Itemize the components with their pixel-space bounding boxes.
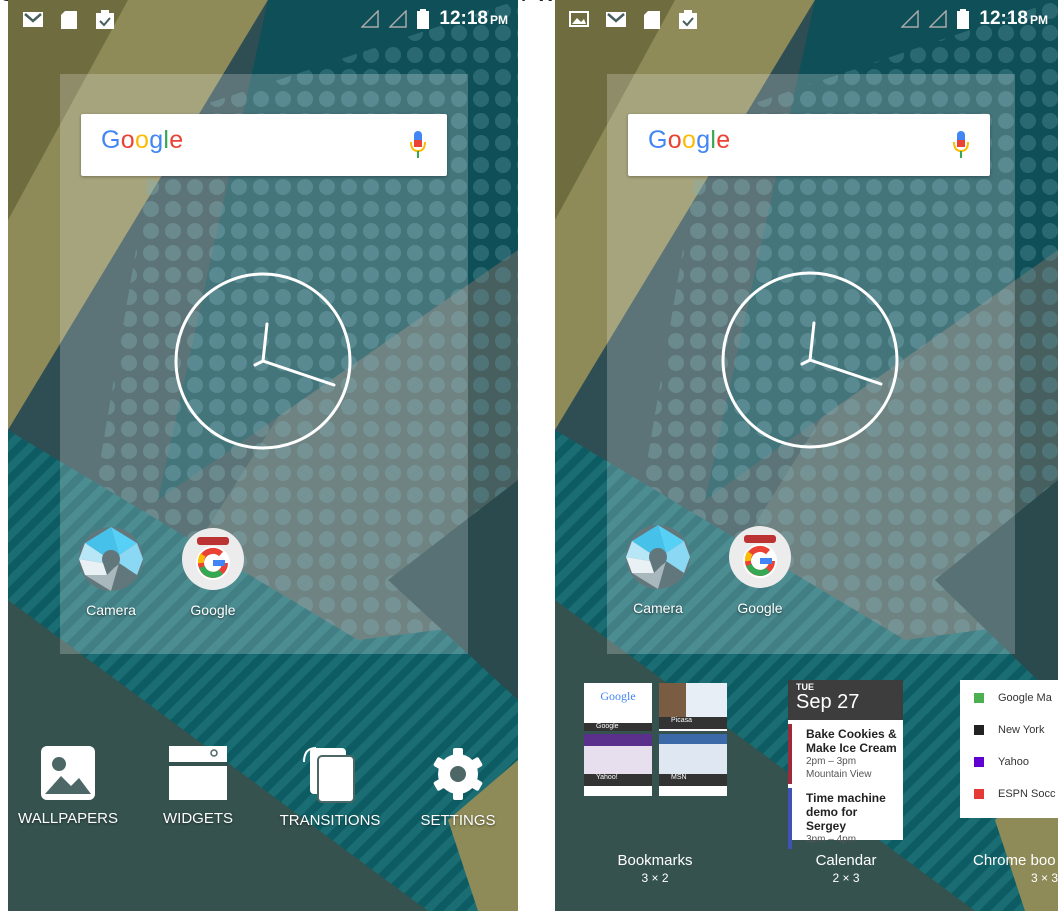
- camera-icon: [79, 527, 143, 591]
- transitions-icon: [303, 747, 355, 803]
- event-title: Bake Cookies &: [806, 727, 897, 741]
- chrome-bookmark-item: Yahoo: [960, 746, 1058, 778]
- widget-name: Calendar: [815, 852, 877, 869]
- logo-letter: e: [716, 126, 731, 154]
- yahoo-icon: [974, 757, 984, 767]
- thumb-label: Picasa: [659, 717, 727, 729]
- signal-icon: [361, 10, 380, 28]
- analog-clock-widget[interactable]: [721, 271, 899, 449]
- widgets-button[interactable]: WIDGETS: [138, 744, 258, 827]
- espn-icon: [974, 789, 984, 799]
- event-time: 3pm – 4pm: [806, 834, 857, 845]
- wallpapers-button[interactable]: WALLPAPERS: [8, 744, 128, 827]
- settings-button[interactable]: SETTINGS: [398, 744, 518, 829]
- thumb-label: MSN: [659, 774, 727, 786]
- calendar-header: TUE Sep 27: [788, 680, 903, 720]
- chrome-bookmark-item: ESPN Socc: [960, 778, 1058, 810]
- event-title: demo for Sergey: [806, 805, 858, 833]
- widget-size: 3 × 3: [1031, 871, 1058, 885]
- google-icon: [729, 526, 791, 588]
- signal-2-icon: [389, 10, 408, 28]
- clipboard-icon: [96, 10, 114, 29]
- left-phone-screen: 12:18 PM Google Camera Google WALLPAPERS…: [8, 0, 518, 911]
- widget-name: Bookmarks: [617, 852, 693, 869]
- maps-icon: [974, 693, 984, 703]
- bookmark-thumb: Yahoo!: [584, 734, 652, 796]
- signal-2-icon: [929, 10, 948, 28]
- option-label: SETTINGS: [420, 812, 496, 829]
- widget-size: 3 × 2: [641, 871, 669, 885]
- widget-label-bookmarks: Bookmarks 3 × 2: [593, 852, 717, 885]
- sd-card-icon: [61, 11, 77, 29]
- battery-icon: [957, 9, 970, 29]
- calendar-preview: TUE Sep 27 Bake Cookies & Make Ice Cream…: [788, 680, 903, 849]
- thumb-label: Google: [584, 723, 652, 731]
- app-label: Google: [190, 602, 236, 618]
- signal-icon: [901, 10, 920, 28]
- nytimes-icon: [974, 725, 984, 735]
- google-icon: [182, 528, 244, 590]
- sd-card-icon: [644, 11, 660, 29]
- logo-letter: e: [169, 126, 184, 154]
- app-camera[interactable]: Camera: [66, 527, 156, 618]
- event-title: Time machine: [806, 791, 886, 805]
- google-search-bar[interactable]: Google: [628, 114, 990, 176]
- option-label: TRANSITIONS: [279, 812, 381, 829]
- widget-label-calendar: Calendar 2 × 3: [793, 852, 899, 885]
- app-label: Camera: [86, 602, 136, 618]
- chrome-bookmark-item: New York: [960, 714, 1058, 746]
- status-time: 12:18 PM: [979, 8, 1048, 29]
- logo-letter: G: [101, 126, 121, 154]
- google-logo: Google: [101, 126, 183, 155]
- calendar-event: Time machine demo for Sergey 3pm – 4pm: [788, 788, 903, 849]
- logo-letter: G: [648, 126, 668, 154]
- calendar-event: Bake Cookies & Make Ice Cream 2pm – 3pm …: [788, 724, 903, 784]
- thumb-label: Yahoo!: [584, 774, 652, 786]
- logo-letter: o: [681, 126, 697, 154]
- calendar-date: Sep 27: [796, 691, 860, 713]
- bookmark-thumb: Picasa: [659, 683, 727, 731]
- logo-letter: o: [134, 126, 150, 154]
- app-label: Google: [737, 600, 783, 616]
- widgets-icon: [169, 746, 227, 800]
- app-camera[interactable]: Camera: [613, 525, 703, 616]
- settings-icon: [433, 748, 483, 800]
- analog-clock-widget[interactable]: [174, 272, 352, 450]
- battery-icon: [417, 9, 430, 29]
- chrome-bookmarks-preview: Google Ma New York Yahoo ESPN Socc: [960, 680, 1058, 818]
- status-bar: 12:18 PM: [8, 0, 518, 44]
- transitions-button[interactable]: TRANSITIONS: [270, 744, 390, 829]
- widget-size: 2 × 3: [832, 871, 860, 885]
- wallpaper-icon: [41, 746, 95, 800]
- google-logo: Google: [648, 126, 730, 155]
- logo-letter: g: [696, 126, 711, 154]
- widget-label-chrome-bookmarks: Chrome boo 3 × 3: [973, 852, 1058, 885]
- logo-letter: o: [667, 126, 682, 154]
- right-phone-screen: 12:18 PM Google Camera Google Google Goo…: [555, 0, 1058, 911]
- microphone-icon[interactable]: [409, 130, 427, 160]
- camera-icon: [626, 525, 690, 589]
- bookmark-thumb: MSN: [659, 734, 727, 796]
- gmail-icon: [23, 12, 43, 27]
- app-label: Camera: [633, 600, 683, 616]
- image-icon: [569, 11, 589, 27]
- microphone-icon[interactable]: [952, 130, 970, 160]
- widget-name: Chrome boo: [973, 852, 1056, 869]
- logo-letter: o: [120, 126, 135, 154]
- google-search-bar[interactable]: Google: [81, 114, 447, 176]
- clipboard-icon: [679, 10, 697, 29]
- gmail-icon: [606, 12, 626, 27]
- event-title: Make Ice Cream: [806, 741, 897, 755]
- status-time: 12:18 PM: [439, 8, 508, 29]
- app-google[interactable]: Google: [715, 525, 805, 616]
- status-bar: 12:18 PM: [555, 0, 1058, 44]
- option-label: WIDGETS: [163, 810, 233, 827]
- app-google[interactable]: Google: [168, 527, 258, 618]
- chrome-bookmark-item: Google Ma: [960, 682, 1058, 714]
- logo-letter: g: [149, 126, 164, 154]
- option-label: WALLPAPERS: [17, 810, 119, 827]
- bookmark-thumb: Google Google: [584, 683, 652, 731]
- event-time: 2pm – 3pm: [806, 756, 857, 767]
- event-place: Mountain View: [806, 769, 872, 780]
